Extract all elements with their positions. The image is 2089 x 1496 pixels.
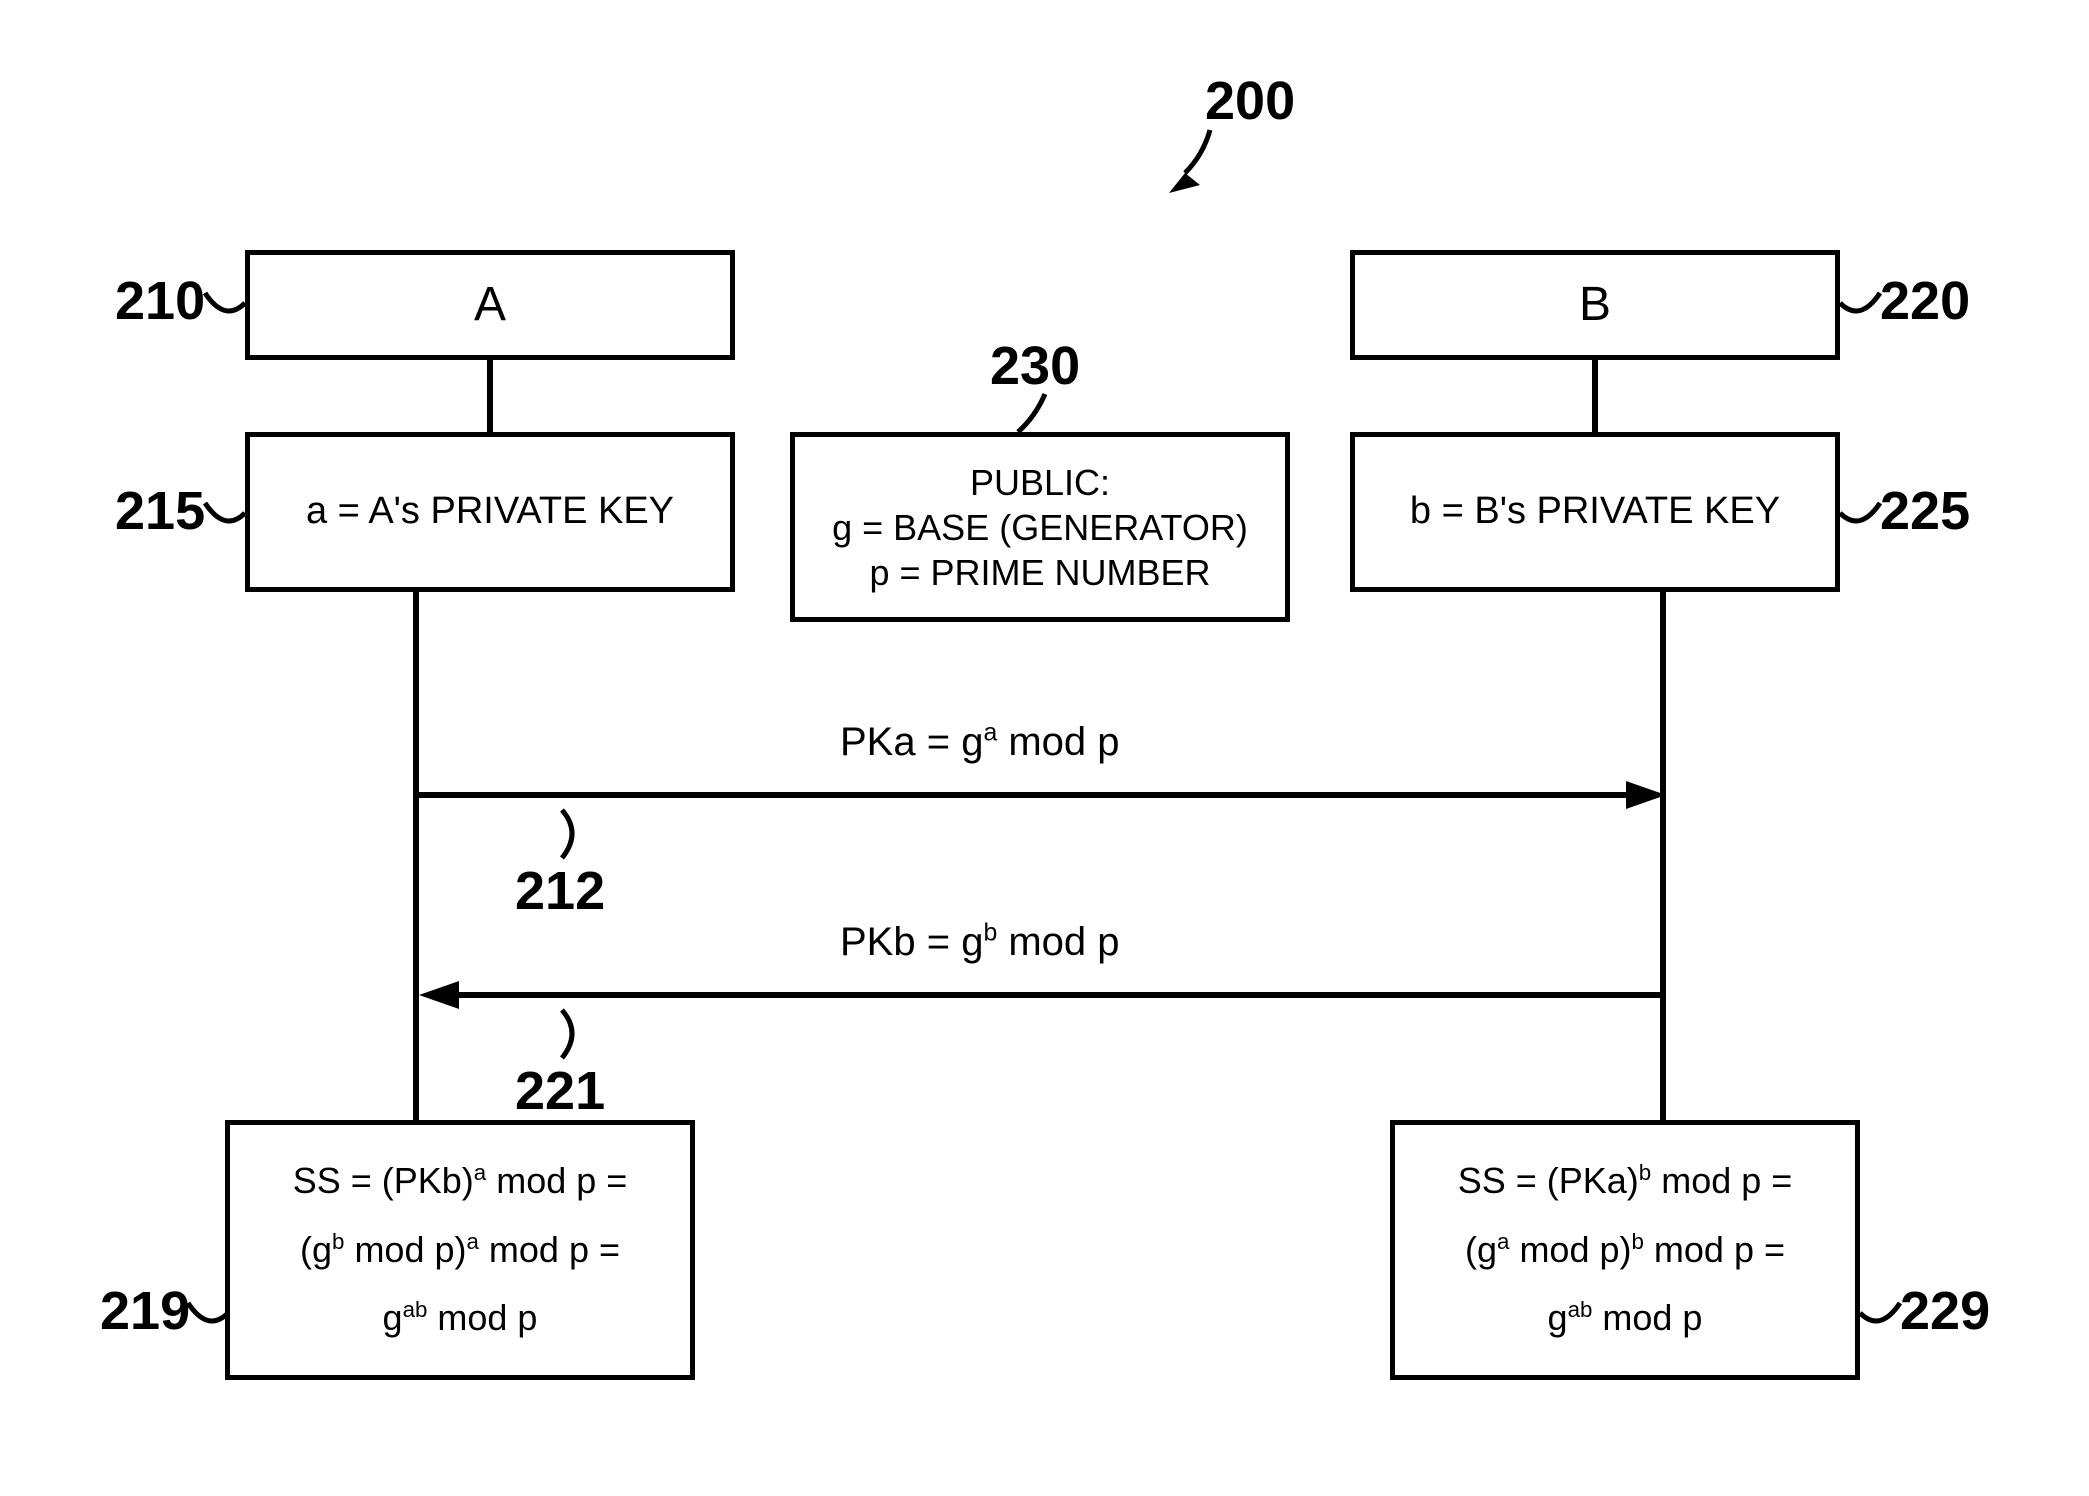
ss-b-line3: gab mod p [1548,1284,1703,1352]
diagram-stage: 200 A 210 B 220 a = A's PRIVATE KEY 215 … [0,0,2089,1496]
label-pka: PKa = ga mod p [840,720,1120,765]
shared-secret-a-box: SS = (PKb)a mod p = (gb mod p)a mod p = … [225,1120,695,1380]
ss-a-line3: gab mod p [383,1284,538,1352]
ref-212-leader [552,808,602,863]
ref-215-leader [200,488,255,548]
ref-229-leader [1855,1288,1910,1348]
ref-210-leader [200,278,255,338]
public-line3: p = PRIME NUMBER [869,550,1210,595]
arrow-pka [413,775,1673,815]
ss-b-line2: (ga mod p)b mod p = [1465,1216,1785,1284]
ref-221: 221 [515,1060,605,1122]
priv-key-a-box: a = A's PRIVATE KEY [245,432,735,592]
shared-secret-b-box: SS = (PKa)b mod p = (ga mod p)b mod p = … [1390,1120,1860,1380]
ss-a-line2: (gb mod p)a mod p = [300,1216,620,1284]
ref-230: 230 [990,335,1080,397]
ref-215: 215 [115,480,205,542]
label-pkb: PKb = gb mod p [840,920,1120,965]
party-a-box: A [245,250,735,360]
ref-200: 200 [1205,70,1295,132]
public-line1: PUBLIC: [970,460,1110,505]
ref-225: 225 [1880,480,1970,542]
party-b-box: B [1350,250,1840,360]
ref-219: 219 [100,1280,190,1342]
ref-229: 229 [1900,1280,1990,1342]
public-params-box: PUBLIC: g = BASE (GENERATOR) p = PRIME N… [790,432,1290,622]
ref-210: 210 [115,270,205,332]
ss-a-line1: SS = (PKb)a mod p = [293,1147,628,1215]
connector-a-priv [487,360,493,432]
ref-219-leader [183,1288,238,1348]
ss-b-line1: SS = (PKa)b mod p = [1458,1147,1793,1215]
lifeline-a [413,592,419,1120]
ref-221-leader [552,1008,602,1063]
ref-212: 212 [515,860,605,922]
ref-225-leader [1835,488,1890,548]
ref-220-leader [1835,278,1890,338]
connector-b-priv [1592,360,1598,432]
arrow-pkb [413,975,1673,1015]
ref-230-leader [1010,392,1070,437]
ref-220: 220 [1880,270,1970,332]
lifeline-b [1660,592,1666,1120]
public-line2: g = BASE (GENERATOR) [832,505,1248,550]
ref-200-hook [1155,125,1245,205]
priv-key-b-box: b = B's PRIVATE KEY [1350,432,1840,592]
